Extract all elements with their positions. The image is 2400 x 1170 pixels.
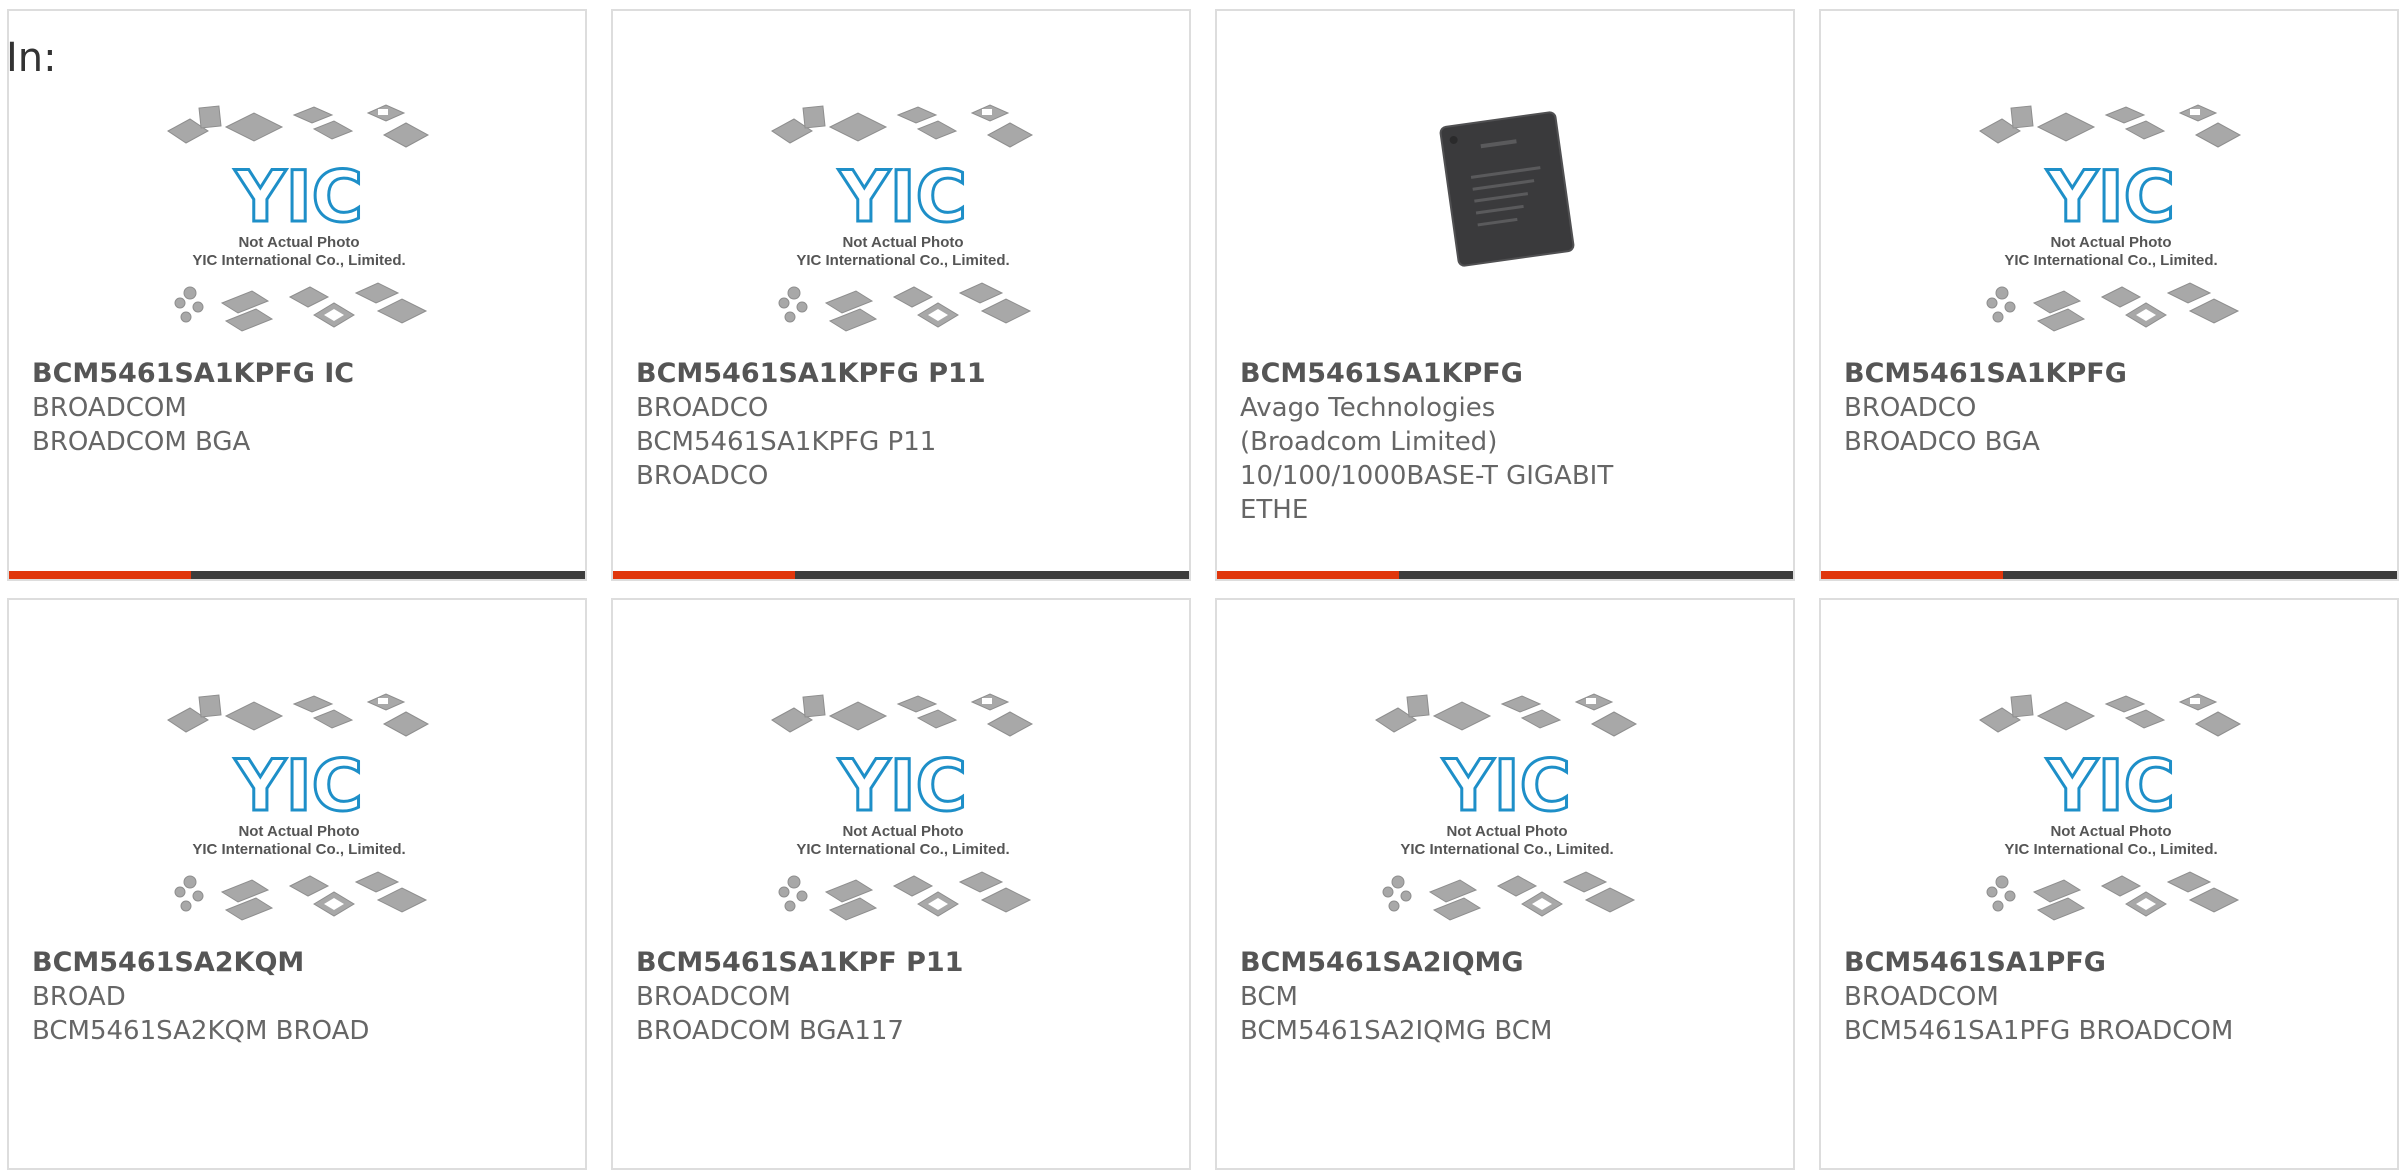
yic-logo: YIC (1442, 745, 1571, 827)
manufacturer: BROAD (32, 982, 126, 1012)
caption-line2: YIC International Co., Limited. (796, 841, 1009, 858)
product-info: BCM5461SA1KPFG BROADCO BROADCO BGA (1844, 357, 2264, 459)
caption-line2: YIC International Co., Limited. (2004, 841, 2217, 858)
card-footer-bar (1821, 571, 2397, 579)
manufacturer: BROADCO (636, 393, 769, 423)
manufacturer: BROADCOM (1844, 982, 1999, 1012)
caption-line1: Not Actual Photo (238, 234, 359, 251)
part-number[interactable]: BCM5461SA1KPFG (1240, 357, 1660, 391)
manufacturer: BROADCOM (32, 393, 187, 423)
product-info: BCM5461SA1KPF P11 BROADCOM BROADCOM BGA1… (636, 946, 1056, 1048)
yic-logo: YIC (234, 156, 363, 238)
product-info: BCM5461SA1KPFG IC BROADCOM BROADCOM BGA (32, 357, 452, 459)
caption-line2: YIC International Co., Limited. (2004, 252, 2217, 269)
caption-line2: YIC International Co., Limited. (1400, 841, 1613, 858)
description: BCM5461SA2KQM BROAD (32, 1016, 370, 1046)
product-card[interactable]: YIC Not Actual Photo YIC International C… (1215, 598, 1795, 1170)
description: BROADCO BGA (1844, 427, 2040, 457)
product-info: BCM5461SA1PFG BROADCOM BCM5461SA1PFG BRO… (1844, 946, 2264, 1048)
product-card[interactable]: YIC Not Actual Photo YIC International C… (611, 9, 1191, 581)
product-card[interactable]: YIC Not Actual Photo YIC International C… (1819, 598, 2399, 1170)
part-number[interactable]: BCM5461SA1KPFG P11 (636, 357, 1056, 391)
card-footer-bar (9, 571, 585, 579)
description: 10/100/1000BASE-T GIGABIT ETHE (1240, 461, 1614, 525)
caption-line1: Not Actual Photo (2050, 234, 2171, 251)
product-card[interactable]: YIC Not Actual Photo YIC International C… (7, 9, 587, 581)
product-card[interactable]: YIC Not Actual Photo YIC International C… (1819, 9, 2399, 581)
not-actual-photo-placeholder: YIC Not Actual Photo YIC International C… (1976, 686, 2246, 936)
not-actual-photo-placeholder: YIC Not Actual Photo YIC International C… (1372, 686, 1642, 936)
yic-logo: YIC (234, 745, 363, 827)
card-footer-accent (1217, 571, 1399, 579)
description: BCM5461SA2IQMG BCM (1240, 1016, 1553, 1046)
product-info: BCM5461SA2IQMG BCM BCM5461SA2IQMG BCM (1240, 946, 1660, 1048)
caption-line2: YIC International Co., Limited. (796, 252, 1009, 269)
product-info: BCM5461SA1KPFG Avago Technologies (Broad… (1240, 357, 1660, 527)
manufacturer: Avago Technologies (Broadcom Limited) (1240, 393, 1498, 457)
product-card[interactable]: BCM5461SA1KPFG Avago Technologies (Broad… (1215, 9, 1795, 581)
not-actual-photo-placeholder: YIC Not Actual Photo YIC International C… (1976, 97, 2246, 347)
yic-logo: YIC (838, 745, 967, 827)
card-footer-bar (613, 571, 1189, 579)
part-number[interactable]: BCM5461SA1KPFG IC (32, 357, 452, 391)
card-footer-bar (1217, 571, 1793, 579)
not-actual-photo-placeholder: YIC Not Actual Photo YIC International C… (768, 686, 1038, 936)
card-footer-accent (613, 571, 795, 579)
product-grid: YIC Not Actual Photo YIC International C… (7, 9, 2399, 1170)
yic-logo: YIC (838, 156, 967, 238)
caption-line1: Not Actual Photo (842, 234, 963, 251)
product-info: BCM5461SA1KPFG P11 BROADCO BCM5461SA1KPF… (636, 357, 1056, 493)
caption-line1: Not Actual Photo (1446, 823, 1567, 840)
description: BCM5461SA1PFG BROADCOM (1844, 1016, 2234, 1046)
manufacturer: BROADCOM (636, 982, 791, 1012)
description: BROADCOM BGA (32, 427, 251, 457)
caption-line1: Not Actual Photo (2050, 823, 2171, 840)
card-footer-accent (9, 571, 191, 579)
not-actual-photo-placeholder: YIC Not Actual Photo YIC International C… (164, 686, 434, 936)
part-number[interactable]: BCM5461SA1PFG (1844, 946, 2264, 980)
in-label: In: (6, 35, 57, 81)
manufacturer: BROADCO (1844, 393, 1977, 423)
not-actual-photo-placeholder: YIC Not Actual Photo YIC International C… (164, 97, 434, 347)
caption-line2: YIC International Co., Limited. (192, 252, 405, 269)
manufacturer: BCM (1240, 982, 1298, 1012)
product-info: BCM5461SA2KQM BROAD BCM5461SA2KQM BROAD (32, 946, 452, 1048)
caption-line1: Not Actual Photo (238, 823, 359, 840)
chip-photo (1427, 99, 1587, 279)
part-number[interactable]: BCM5461SA2KQM (32, 946, 452, 980)
part-number[interactable]: BCM5461SA2IQMG (1240, 946, 1660, 980)
card-footer-accent (1821, 571, 2003, 579)
not-actual-photo-placeholder: YIC Not Actual Photo YIC International C… (768, 97, 1038, 347)
product-card[interactable]: YIC Not Actual Photo YIC International C… (7, 598, 587, 1170)
caption-line2: YIC International Co., Limited. (192, 841, 405, 858)
product-card[interactable]: YIC Not Actual Photo YIC International C… (611, 598, 1191, 1170)
part-number[interactable]: BCM5461SA1KPF P11 (636, 946, 1056, 980)
description: BCM5461SA1KPFG P11 BROADCO (636, 427, 937, 491)
yic-logo: YIC (2046, 156, 2175, 238)
caption-line1: Not Actual Photo (842, 823, 963, 840)
yic-logo: YIC (2046, 745, 2175, 827)
description: BROADCOM BGA117 (636, 1016, 904, 1046)
part-number[interactable]: BCM5461SA1KPFG (1844, 357, 2264, 391)
